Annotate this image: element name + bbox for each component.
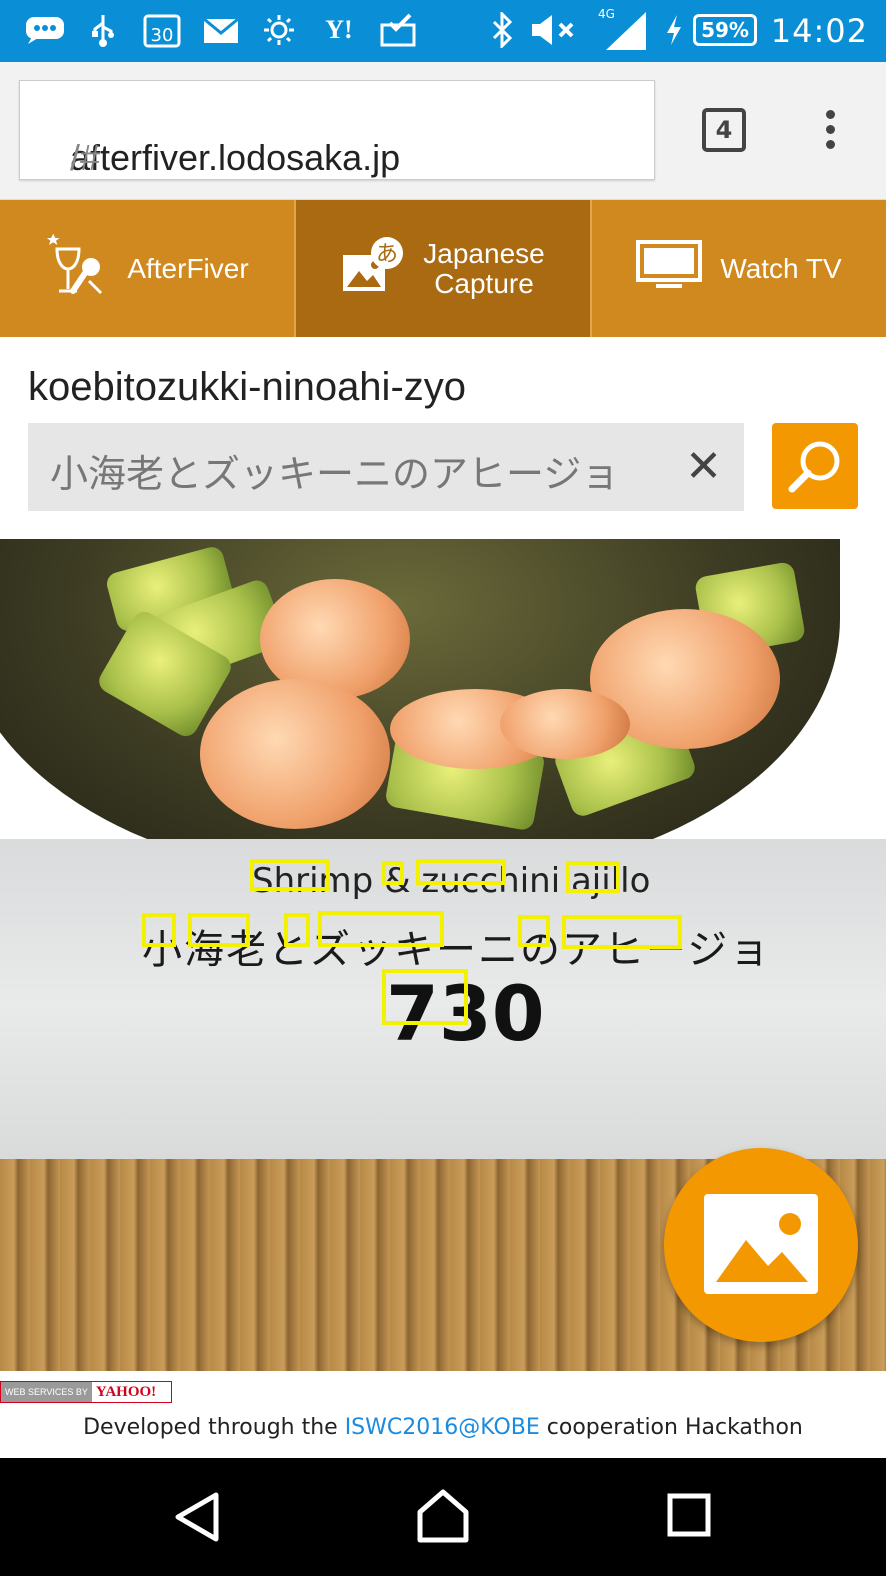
search-button[interactable] [772,423,858,509]
signal-icon: 4G [596,8,650,50]
ocr-box[interactable] [142,913,176,947]
ocr-box[interactable] [416,859,506,885]
yahoo-web-services-badge[interactable]: WEB SERVICES BY YAHOO! [0,1381,172,1403]
system-nav-bar [0,1458,886,1576]
wine-mic-icon [45,231,109,306]
capture-image-button[interactable] [664,1148,858,1342]
tab-switcher-button[interactable]: 4 [702,108,746,152]
mail-check-icon [380,12,418,48]
brightness-icon [262,12,296,48]
chat-icon [24,12,66,48]
iswc-link[interactable]: ISWC2016@KOBE [345,1415,540,1440]
image-translate-icon: あ [341,235,405,302]
nav-watch-tv[interactable]: Watch TV [592,200,886,337]
ocr-box[interactable] [284,913,310,947]
mail-icon [202,12,240,48]
url-field[interactable]: afterfiver.lodosaka.jp/# [19,80,655,180]
charging-icon [662,12,686,48]
developer-credit: Developed through the ISWC2016@KOBE coop… [83,1415,803,1440]
mute-icon [528,12,578,48]
nav-label-afterfiver: AfterFiver [127,252,249,284]
overflow-menu-icon[interactable] [820,106,840,156]
site-nav: AfterFiver あ Japanese Capture Watch TV [0,200,886,337]
calendar-icon: 30 [143,12,181,48]
search-icon [788,441,840,493]
browser-toolbar: afterfiver.lodosaka.jp/# 4 [0,62,886,200]
ocr-box[interactable] [518,915,550,947]
home-icon[interactable] [414,1488,472,1544]
status-clock: 14:02 [770,12,868,50]
nav-label-watch-tv: Watch TV [720,252,842,284]
ocr-box[interactable] [250,859,330,891]
ocr-box[interactable] [382,861,404,885]
search-section: koebitozukki-ninoahi-zyo 小海老とズッキーニのアヒージョ… [0,337,886,539]
nav-label-japanese-capture: Japanese Capture [423,237,545,299]
search-query-text: 小海老とズッキーニのアヒージョ [50,452,620,496]
back-icon[interactable] [172,1491,224,1543]
status-bar: 30 Y! 4G 59% 14:02 [0,0,886,62]
url-host: afterfiver.lodosaka.jp [70,137,401,178]
bluetooth-icon [488,12,516,48]
image-icon [704,1194,818,1294]
url-path: /# [70,137,101,178]
yahoo-icon: Y! [325,15,353,44]
battery-indicator: 59% [693,14,757,46]
svg-text:あ: あ [376,242,398,267]
recents-icon[interactable] [666,1492,712,1538]
clear-search-icon[interactable]: ✕ [685,441,722,492]
ocr-box[interactable] [382,969,468,1025]
svg-text:4G: 4G [598,8,615,21]
page-title: koebitozukki-ninoahi-zyo [28,365,467,409]
nav-japanese-capture[interactable]: あ Japanese Capture [296,200,592,337]
svg-text:30: 30 [151,25,174,46]
tv-icon [636,240,703,297]
ocr-box[interactable] [566,861,620,893]
ocr-box[interactable] [318,911,444,947]
search-input[interactable]: 小海老とズッキーニのアヒージョ ✕ [28,423,744,511]
nav-afterfiver[interactable]: AfterFiver [0,200,296,337]
ocr-box[interactable] [562,915,682,949]
ocr-box[interactable] [188,913,250,947]
page-footer: WEB SERVICES BY YAHOO! Developed through… [0,1371,886,1458]
usb-icon [88,12,118,48]
